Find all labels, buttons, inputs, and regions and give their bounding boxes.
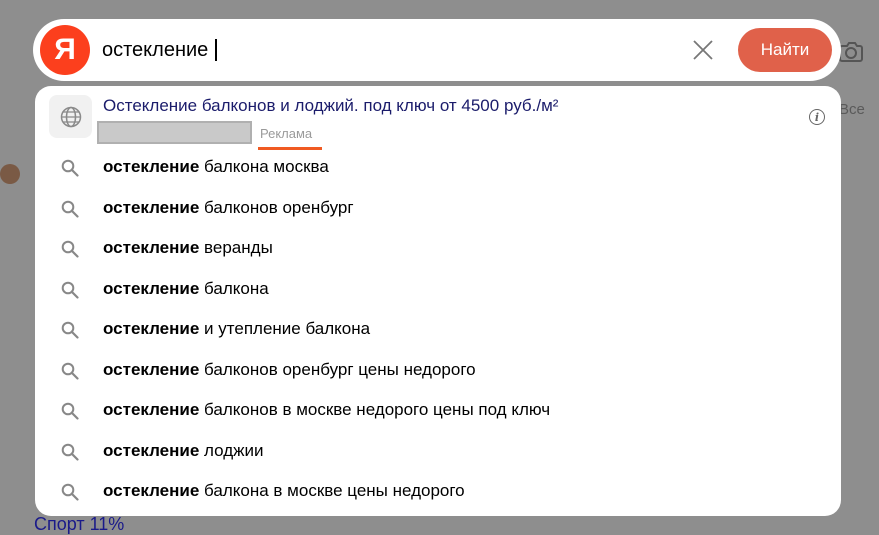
- close-icon: [693, 40, 713, 60]
- search-icon: [61, 443, 79, 461]
- search-icon: [61, 321, 79, 339]
- suggestion-item[interactable]: остекление веранды: [35, 228, 841, 269]
- suggestion-item[interactable]: остекление балкона в москве цены недорог…: [35, 471, 841, 512]
- search-icon: [61, 483, 79, 501]
- suggestion-text: остекление балкона в москве цены недорог…: [103, 481, 465, 500]
- suggestion-item[interactable]: остекление и утепление балкона: [35, 309, 841, 350]
- suggest-dropdown: Остекление балконов и лоджий. под ключ о…: [35, 86, 841, 516]
- suggestion-item[interactable]: остекление лоджии: [35, 431, 841, 472]
- suggestion-list: остекление балкона москва остекление бал…: [35, 147, 841, 512]
- suggestion-text: остекление балконов оренбург цены недоро…: [103, 359, 476, 379]
- suggestion-item[interactable]: остекление балкона: [35, 269, 841, 310]
- info-icon[interactable]: i: [809, 109, 825, 125]
- search-icon: [61, 281, 79, 299]
- suggestion-text: остекление балконов в москве недорого це…: [103, 400, 551, 419]
- ad-suggestion[interactable]: Остекление балконов и лоджий. под ключ о…: [49, 92, 829, 150]
- suggestion-text: остекление и утепление балкона: [103, 319, 371, 338]
- background-tab-all: Все: [839, 101, 865, 118]
- search-icon: [61, 362, 79, 380]
- search-input[interactable]: [102, 33, 662, 67]
- ad-title[interactable]: Остекление балконов и лоджий. под ключ о…: [103, 96, 558, 116]
- find-button[interactable]: Найти: [738, 28, 832, 72]
- suggestion-text: остекление веранды: [103, 238, 273, 257]
- clear-button[interactable]: [691, 38, 715, 62]
- suggestion-text: остекление балконов оренбург: [103, 197, 354, 217]
- text-caret: [215, 39, 217, 61]
- search-icon: [61, 200, 79, 218]
- suggestion-item[interactable]: остекление балконов в москве недорого це…: [35, 390, 841, 431]
- search-bar: Я Найти: [33, 19, 841, 81]
- search-icon: [61, 240, 79, 258]
- search-icon: [61, 402, 79, 420]
- suggestion-text: остекление балкона москва: [103, 157, 329, 176]
- suggestion-item[interactable]: остекление балкона москва: [35, 147, 841, 188]
- ad-url-redacted: [97, 121, 252, 144]
- avatar: [0, 164, 20, 184]
- suggestion-item[interactable]: остекление балконов оренбург цены недоро…: [35, 350, 841, 391]
- ad-label: Реклама: [260, 126, 313, 141]
- suggestion-text: остекление балкона: [103, 278, 269, 298]
- search-icon: [61, 159, 79, 177]
- suggestion-text: остекление лоджии: [103, 440, 264, 460]
- background-news-link: Спорт 11%: [34, 514, 125, 534]
- globe-icon: [49, 95, 92, 138]
- suggestion-item[interactable]: остекление балконов оренбург: [35, 188, 841, 229]
- yandex-logo[interactable]: Я: [40, 25, 90, 75]
